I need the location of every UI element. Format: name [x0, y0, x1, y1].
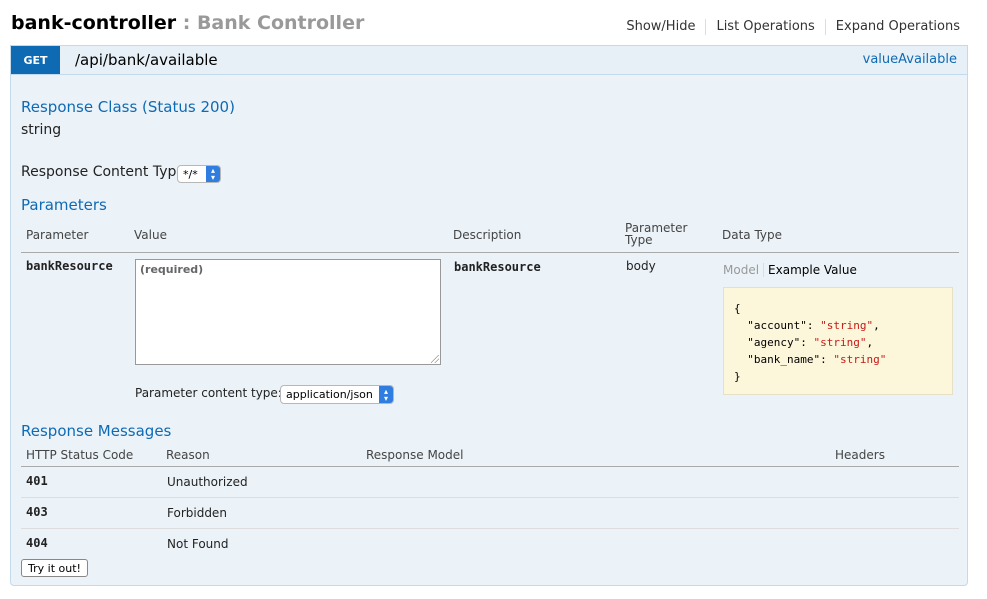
example-value-bank-name: "string"	[833, 353, 887, 366]
response-header-model: Response Model	[366, 448, 464, 462]
row-divider	[21, 497, 959, 498]
http-method-badge[interactable]: GET	[11, 46, 60, 74]
param-header-value: Value	[134, 228, 167, 242]
param-header-description: Description	[453, 228, 522, 242]
response-code: 403	[26, 505, 48, 519]
param-header-parameter-type-line2: Type	[625, 233, 653, 247]
resize-grip-icon[interactable]	[431, 355, 439, 363]
list-operations-link[interactable]: List Operations	[706, 19, 826, 35]
example-key-agency: "agency"	[747, 336, 801, 349]
response-reason: Not Found	[167, 537, 229, 551]
controller-title[interactable]: bank-controller : Bank Controller	[11, 12, 364, 34]
response-content-type-select[interactable]: */* ▴ ▾	[177, 165, 221, 183]
param-type: body	[626, 259, 656, 273]
param-value-textarea[interactable]: (required)	[135, 259, 441, 365]
example-value-agency: "string"	[813, 336, 867, 349]
operation-path[interactable]: /api/bank/available	[75, 51, 218, 69]
response-header-status: HTTP Status Code	[26, 448, 134, 462]
param-content-type-label: Parameter content type:	[135, 386, 282, 400]
controller-links: Show/Hide List Operations Expand Operati…	[616, 19, 960, 35]
response-class-heading: Response Class (Status 200)	[21, 98, 235, 116]
show-hide-link[interactable]: Show/Hide	[616, 19, 707, 35]
controller-header: bank-controller : Bank Controller Show/H…	[11, 12, 971, 40]
response-content-type-label: Response Content Type	[21, 164, 185, 180]
parameters-heading: Parameters	[21, 196, 107, 214]
param-header-data-type: Data Type	[722, 228, 783, 242]
controller-name: bank-controller	[11, 12, 177, 34]
row-divider	[21, 528, 959, 529]
param-content-type-select[interactable]: application/json ▴ ▾	[280, 385, 394, 404]
param-description: bankResource	[454, 260, 541, 274]
try-it-out-button[interactable]: Try it out!	[21, 559, 88, 577]
example-value-box[interactable]: { "account": "string", "agency": "string…	[723, 287, 953, 395]
example-value-account: "string"	[820, 319, 874, 332]
response-content-type-value: */*	[183, 167, 198, 181]
response-header-headers: Headers	[835, 448, 885, 462]
param-name: bankResource	[26, 259, 113, 273]
param-header-parameter: Parameter	[26, 228, 89, 242]
param-header-rule	[21, 252, 959, 253]
response-reason: Unauthorized	[167, 475, 248, 489]
response-header-reason: Reason	[166, 448, 210, 462]
response-code: 404	[26, 536, 48, 550]
response-reason: Forbidden	[167, 506, 227, 520]
response-header-rule	[21, 466, 959, 467]
param-content-type-value: application/json	[286, 388, 373, 401]
example-value-tab[interactable]: Example Value	[768, 263, 862, 277]
param-header-parameter-type: Parameter Type	[625, 222, 687, 246]
example-key-account: "account"	[747, 319, 807, 332]
param-value-placeholder: (required)	[140, 263, 204, 276]
operation-heading[interactable]: GET /api/bank/available valueAvailable	[11, 46, 967, 75]
select-arrows-icon: ▴ ▾	[206, 166, 220, 182]
controller-description: Bank Controller	[196, 12, 365, 34]
model-tabs: Model Example Value	[723, 263, 862, 277]
expand-operations-link[interactable]: Expand Operations	[826, 19, 960, 35]
controller-separator: :	[176, 12, 197, 34]
operation-panel: GET /api/bank/available valueAvailable R…	[10, 45, 968, 586]
response-code: 401	[26, 474, 48, 488]
operation-nickname[interactable]: valueAvailable	[863, 52, 957, 67]
response-class-value: string	[21, 122, 62, 138]
select-arrows-icon: ▴ ▾	[379, 386, 393, 403]
response-messages-heading: Response Messages	[21, 422, 172, 440]
model-tab[interactable]: Model	[723, 263, 765, 277]
example-key-bank-name: "bank_name"	[747, 353, 821, 366]
